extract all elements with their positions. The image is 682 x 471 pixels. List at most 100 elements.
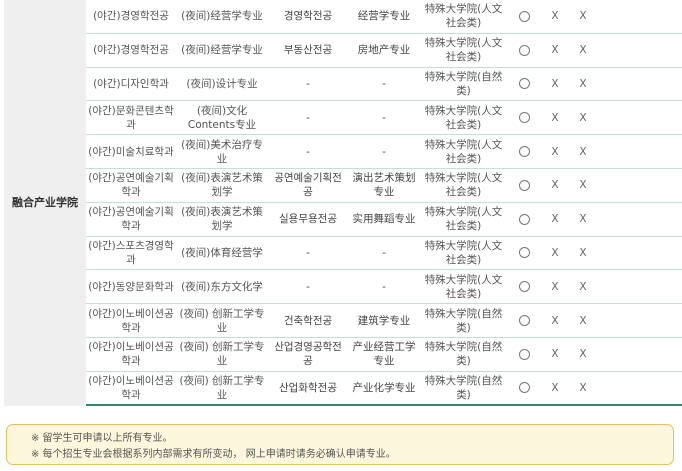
available-mark-cell xyxy=(507,270,541,305)
chinese-major-cell: 产业经营工学专业 xyxy=(348,338,420,372)
unavailable-mark-cell: X xyxy=(569,0,597,34)
available-mark-cell xyxy=(507,203,541,237)
circle-icon xyxy=(518,213,530,225)
unavailable-mark-cell: X xyxy=(569,203,597,237)
korean-major-cell: - xyxy=(268,101,348,136)
chinese-major-cell: 建筑学专业 xyxy=(348,304,420,338)
korean-major-cell: - xyxy=(268,68,348,102)
empty-cell xyxy=(597,68,682,102)
empty-cell xyxy=(597,34,682,68)
empty-cell xyxy=(597,169,682,203)
chinese-major-cell: 实用舞蹈专业 xyxy=(348,203,420,237)
korean-department-cell: (야간)이노베이션공학과 xyxy=(86,304,176,338)
table-row: (야간)미술치료학과 (夜间)美术治疗专业 - - 特殊大学院(人文社会类) X X xyxy=(4,135,682,169)
korean-department-cell: (야간)공연예술기획학과 xyxy=(86,203,176,237)
korean-department-cell: (야간)문화콘텐츠학과 xyxy=(86,101,176,136)
empty-cell xyxy=(597,270,682,305)
unavailable-mark-cell: X xyxy=(541,338,569,372)
chinese-department-cell: (夜间)设计专业 xyxy=(176,68,268,102)
table-row: (야간)이노베이션공학과 (夜间) 创新工学专业 산업화학전공 产业化学专业 特殊大学院… xyxy=(4,372,682,406)
table-row: (야간)공연예술기획학과 (夜间)表演艺术策划学 공연예술기획전공 演出艺术策划专业特… xyxy=(4,169,682,203)
graduate-school-cell: 特殊大学院(自然类) xyxy=(420,372,507,406)
korean-major-cell: 공연예술기획전공 xyxy=(268,169,348,203)
graduate-school-cell: 特殊大学院(人文社会类) xyxy=(420,203,507,237)
empty-cell xyxy=(597,338,682,372)
circle-icon xyxy=(518,315,530,327)
unavailable-mark-cell: X xyxy=(541,203,569,237)
notes-box: ※ 留学生可申请以上所有专业。 ※ 每个招生专业会根据系列内部需求有所变动， 网… xyxy=(6,424,674,465)
available-mark-cell xyxy=(507,34,541,68)
table-row: (야간)스포츠경영학과 (夜间)体育经营学 - - 特殊大学院(人文社会类) X X xyxy=(4,237,682,271)
korean-department-cell: (야간)스포츠경영학과 xyxy=(86,237,176,271)
graduate-school-cell: 特殊大学院(人文社会类) xyxy=(420,169,507,203)
korean-major-cell: - xyxy=(268,237,348,271)
chinese-major-cell: - xyxy=(348,237,420,271)
korean-department-cell: (야간)이노베이션공학과 xyxy=(86,372,176,406)
korean-department-cell: (야간)미술치료학과 xyxy=(86,135,176,169)
chinese-major-cell: 产业化学专业 xyxy=(348,372,420,406)
graduate-school-cell: 特殊大学院(人文社会类) xyxy=(420,34,507,68)
note-line: ※ 留学生可申请以上所有专业。 xyxy=(31,433,173,444)
chinese-department-cell: (夜间)体育经营学 xyxy=(176,237,268,271)
table-row: (야간)이노베이션공학과 (夜间) 创新工学专业 산업경영공학전공 产业经营工学专业特… xyxy=(4,338,682,372)
majors-table-body: 融合产业学院 (야간)경영학전공 (夜间)经营学专业 경영학전공 经营学专业 特殊大学院(… xyxy=(4,0,682,406)
table-row: (야간)이노베이션공학과 (夜间) 创新工学专业 건축학전공 建筑学专业 特殊大学院(自… xyxy=(4,304,682,338)
unavailable-mark-cell: X xyxy=(569,68,597,102)
circle-icon xyxy=(518,247,530,259)
unavailable-mark-cell: X xyxy=(541,372,569,406)
circle-icon xyxy=(518,10,530,22)
korean-major-cell: 실용무용전공 xyxy=(268,203,348,237)
admission-majors-page: 融合产业学院 (야간)경영학전공 (夜间)经营学专业 경영학전공 经营学专业 特殊大学院(… xyxy=(0,0,682,471)
empty-cell xyxy=(597,203,682,237)
unavailable-mark-cell: X xyxy=(569,237,597,271)
korean-department-cell: (야간)경영학전공 xyxy=(86,34,176,68)
available-mark-cell xyxy=(507,237,541,271)
note-line: ※ 每个招生专业会根据系列内部需求有所变动， 网上申请时请务必确认申请专业。 xyxy=(31,449,396,460)
unavailable-mark-cell: X xyxy=(541,101,569,136)
circle-icon xyxy=(518,78,530,90)
chinese-department-cell: (夜间)文化Contents专业 xyxy=(176,101,268,136)
table-row: 融合产业学院 (야간)경영학전공 (夜间)经营学专业 경영학전공 经营学专业 特殊大学院(… xyxy=(4,0,682,406)
circle-icon xyxy=(518,146,530,158)
chinese-major-cell: - xyxy=(348,270,420,305)
majors-table: 融合产业学院 (야간)경영학전공 (夜间)经营学专业 경영학전공 经营学专业 特殊大学院(… xyxy=(4,0,682,406)
korean-major-cell: 건축학전공 xyxy=(268,304,348,338)
table-row: (야간)동양문화학과 (夜间)东方文化学 - - 特殊大学院(人文社会类) X X xyxy=(4,270,682,305)
unavailable-mark-cell: X xyxy=(569,169,597,203)
korean-major-cell: - xyxy=(268,270,348,305)
available-mark-cell xyxy=(507,0,541,34)
graduate-school-cell: 特殊大学院(自然类) xyxy=(420,68,507,102)
available-mark-cell xyxy=(507,304,541,338)
chinese-major-cell: 房地产专业 xyxy=(348,34,420,68)
korean-department-cell: (야간)이노베이션공학과 xyxy=(86,338,176,372)
graduate-school-cell: 特殊大学院(人文社会类) xyxy=(420,270,507,305)
korean-major-cell: 경영학전공 xyxy=(268,0,348,34)
available-mark-cell xyxy=(507,101,541,136)
table-row: (야간)공연예술기획학과 (夜间)表演艺术策划学 실용무용전공 实用舞蹈专业 特殊大学院… xyxy=(4,203,682,237)
circle-icon xyxy=(518,281,530,293)
chinese-department-cell: (夜间)表演艺术策划学 xyxy=(176,203,268,237)
chinese-major-cell: - xyxy=(348,101,420,136)
korean-major-cell: 부동산전공 xyxy=(268,34,348,68)
available-mark-cell xyxy=(507,68,541,102)
empty-cell xyxy=(597,304,682,338)
graduate-school-cell: 特殊大学院(人文社会类) xyxy=(420,237,507,271)
korean-major-cell: 산업화학전공 xyxy=(268,372,348,406)
unavailable-mark-cell: X xyxy=(541,169,569,203)
empty-cell xyxy=(597,135,682,169)
unavailable-mark-cell: X xyxy=(541,68,569,102)
graduate-school-cell: 特殊大学院(人文社会类) xyxy=(420,101,507,136)
unavailable-mark-cell: X xyxy=(541,304,569,338)
unavailable-mark-cell: X xyxy=(569,372,597,406)
table-row: (야간)문화콘텐츠학과 (夜间)文化Contents专业 - - 特殊大学院(人文社会类… xyxy=(4,101,682,136)
unavailable-mark-cell: X xyxy=(569,270,597,305)
korean-department-cell: (야간)경영학전공 xyxy=(86,0,176,34)
chinese-major-cell: 演出艺术策划专业 xyxy=(348,169,420,203)
graduate-school-cell: 特殊大学院(自然类) xyxy=(420,338,507,372)
chinese-department-cell: (夜间)东方文化学 xyxy=(176,270,268,305)
chinese-department-cell: (夜间)经营学专业 xyxy=(176,34,268,68)
empty-cell xyxy=(597,0,682,34)
unavailable-mark-cell: X xyxy=(569,135,597,169)
korean-major-cell: - xyxy=(268,135,348,169)
chinese-department-cell: (夜间) 创新工学专业 xyxy=(176,338,268,372)
